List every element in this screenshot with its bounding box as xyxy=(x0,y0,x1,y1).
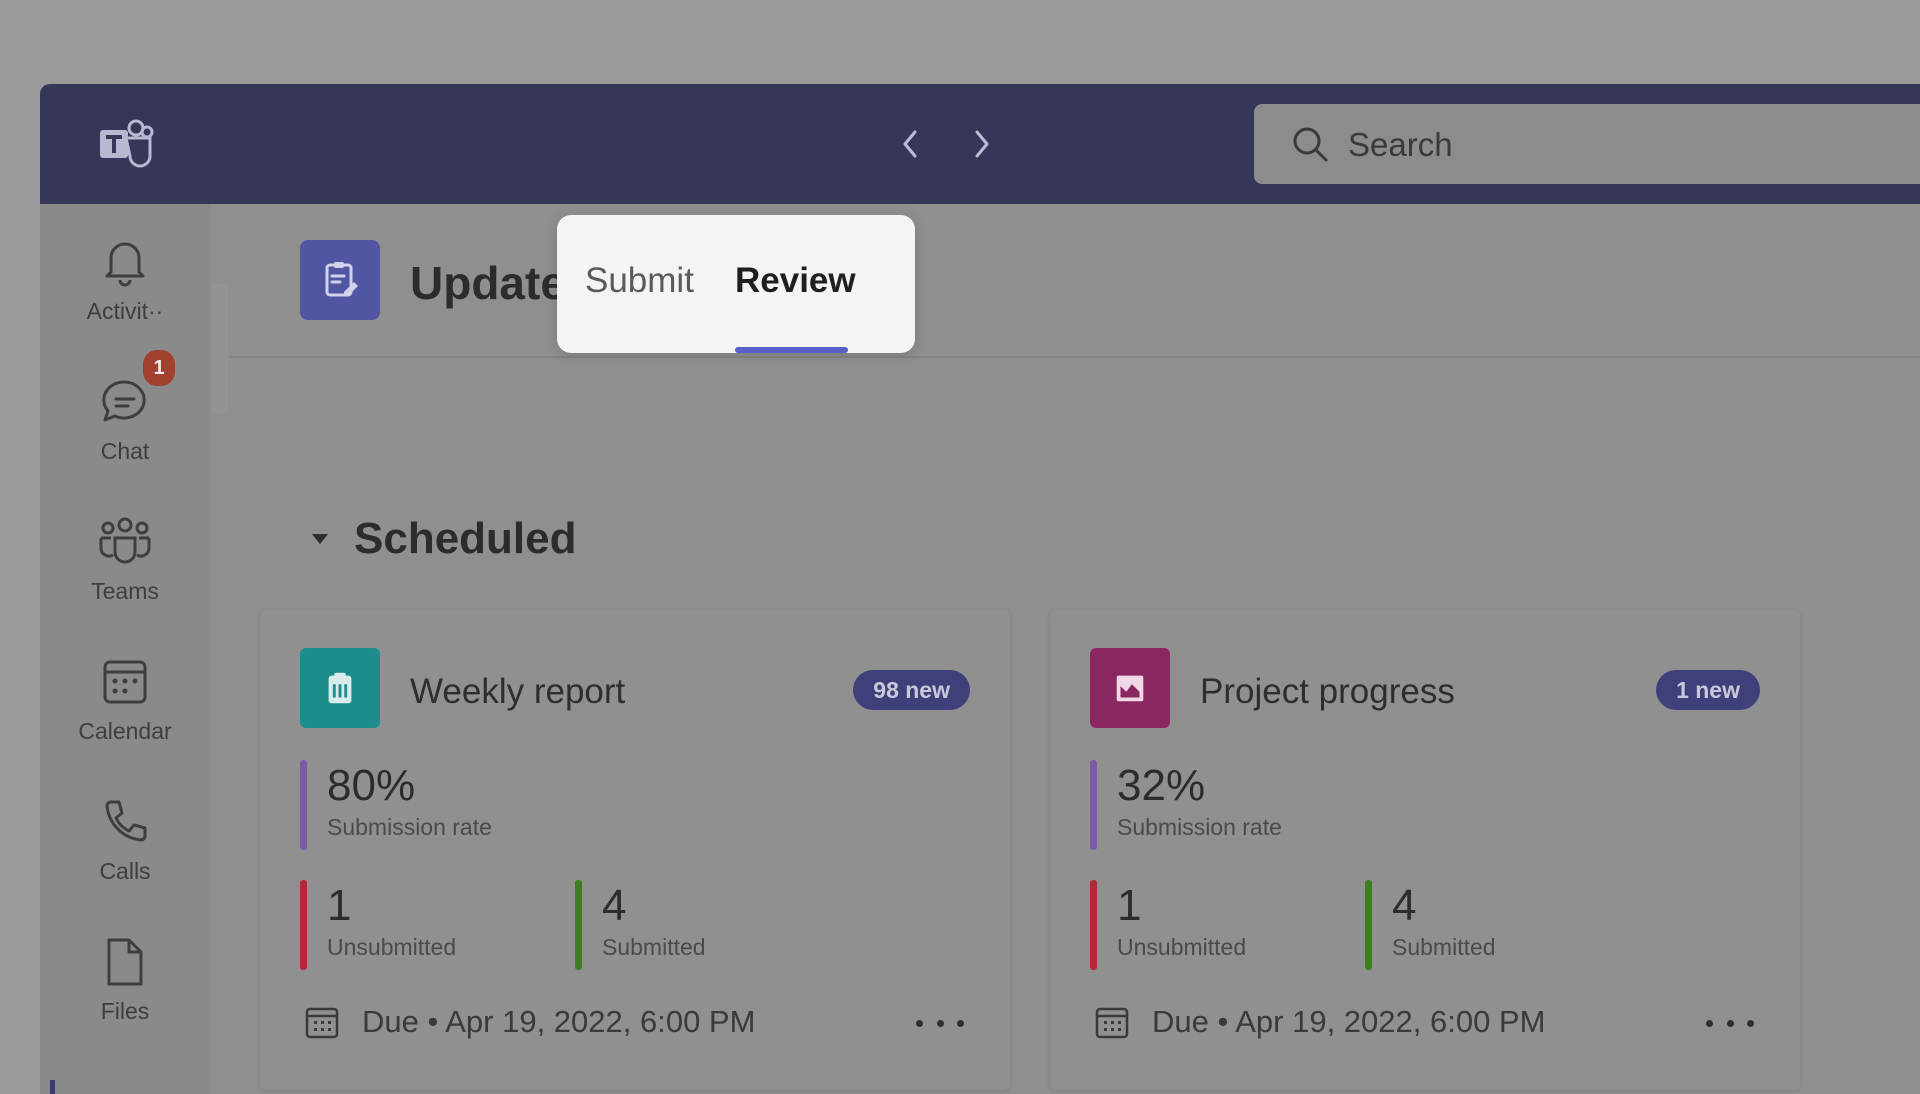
due-date: Due • Apr 19, 2022, 6:00 PM xyxy=(1094,1004,1545,1040)
rate-bar xyxy=(300,760,307,850)
calendar-icon xyxy=(1095,1007,1129,1039)
search-input[interactable] xyxy=(1346,120,1910,170)
updates-clipboard-icon xyxy=(300,240,380,320)
chat-unread-badge: 1 xyxy=(143,350,175,386)
section-scheduled[interactable]: Scheduled xyxy=(308,514,577,564)
submitted-label: Submitted xyxy=(602,934,706,960)
rail-item-calendar[interactable]: Calendar xyxy=(40,654,210,764)
teams-icon xyxy=(97,514,153,570)
submission-rate-metric: 32% Submission rate xyxy=(1090,760,1282,850)
chat-icon: 1 xyxy=(97,350,175,430)
submitted-metric: 4 Submitted xyxy=(575,880,706,970)
search-icon xyxy=(1293,127,1328,162)
bell-icon xyxy=(97,234,153,290)
app-bar: Activit·· 1 Chat Teams Calendar Calls Fi… xyxy=(40,204,210,1094)
due-text: Due • Apr 19, 2022, 6:00 PM xyxy=(362,1004,756,1039)
rail-item-calls[interactable]: Calls xyxy=(40,794,210,904)
rail-item-files[interactable]: Files xyxy=(40,934,210,1044)
calendar-icon xyxy=(97,654,153,710)
rail-item-label: Calendar xyxy=(78,718,172,744)
rate-bar xyxy=(1090,760,1097,850)
rail-item-label: Calls xyxy=(99,858,151,884)
header-divider xyxy=(230,356,1920,358)
back-button[interactable] xyxy=(890,122,930,166)
submitted-label: Submitted xyxy=(1392,934,1496,960)
unsubmitted-label: Unsubmitted xyxy=(1117,934,1247,960)
dot xyxy=(916,1019,923,1027)
rail-item-teams[interactable]: Teams xyxy=(40,514,210,624)
more-options-button[interactable] xyxy=(916,1008,964,1038)
phone-icon xyxy=(97,794,153,850)
app-header: Updates xyxy=(230,204,1920,356)
teams-logo-icon xyxy=(96,116,154,172)
update-card[interactable]: Project progress 1 new 32% Submission ra… xyxy=(1050,610,1800,1090)
dot xyxy=(936,1019,944,1027)
rail-item-label: Teams xyxy=(91,578,159,604)
unsubmitted-metric: 1 Unsubmitted xyxy=(300,880,456,970)
rail-item-label: Files xyxy=(100,998,150,1024)
unsubmitted-bar xyxy=(300,880,307,970)
active-tab-indicator xyxy=(735,347,848,353)
title-bar xyxy=(40,84,1920,204)
chevron-right-icon xyxy=(975,130,989,158)
new-count-badge: 1 new xyxy=(1656,670,1760,710)
update-card[interactable]: Weekly report 98 new 80% Submission rate… xyxy=(260,610,1010,1090)
unsubmitted-value: 1 xyxy=(327,881,352,930)
rail-item-label: Activit·· xyxy=(86,298,164,324)
tab-review[interactable]: Review xyxy=(735,261,856,301)
calendar-icon xyxy=(305,1007,339,1039)
card-title: Weekly report xyxy=(410,672,626,711)
unsubmitted-value: 1 xyxy=(1117,881,1142,930)
dot xyxy=(1706,1019,1713,1027)
section-label: Scheduled xyxy=(354,514,577,563)
rail-item-chat[interactable]: 1 Chat xyxy=(40,350,210,484)
dot xyxy=(957,1019,964,1027)
teams-window: Activit·· 1 Chat xyxy=(40,84,1920,1094)
submission-rate-metric: 80% Submission rate xyxy=(300,760,492,850)
dot xyxy=(1726,1019,1734,1027)
dot xyxy=(1747,1019,1754,1027)
unsubmitted-metric: 1 Unsubmitted xyxy=(1090,880,1246,970)
chart-icon xyxy=(1090,648,1170,728)
submitted-bar xyxy=(1365,880,1372,970)
rail-selection-indicator xyxy=(50,1080,55,1094)
tabs-spotlight: Submit Review xyxy=(557,215,915,353)
submitted-value: 4 xyxy=(1392,881,1417,930)
rail-item-label: Chat xyxy=(100,438,150,464)
tab-submit[interactable]: Submit xyxy=(585,261,694,301)
rate-value: 32% xyxy=(1117,761,1206,810)
teams-screen: Activit·· 1 Chat xyxy=(0,0,1920,1094)
forward-button[interactable] xyxy=(962,122,1002,166)
more-options-button[interactable] xyxy=(1706,1008,1754,1038)
rate-value: 80% xyxy=(327,761,416,810)
chevron-left-icon xyxy=(903,130,917,158)
due-text: Due • Apr 19, 2022, 6:00 PM xyxy=(1152,1004,1546,1039)
submitted-bar xyxy=(575,880,582,970)
submitted-metric: 4 Submitted xyxy=(1365,880,1496,970)
new-count-badge: 98 new xyxy=(853,670,970,710)
rail-scrollbar[interactable] xyxy=(212,284,228,414)
file-icon xyxy=(97,934,153,990)
search-box[interactable] xyxy=(1254,104,1920,184)
unsubmitted-label: Unsubmitted xyxy=(327,934,457,960)
rail-item-activity[interactable]: Activit·· xyxy=(40,234,210,344)
card-title: Project progress xyxy=(1200,672,1455,711)
due-date: Due • Apr 19, 2022, 6:00 PM xyxy=(304,1004,755,1040)
submitted-value: 4 xyxy=(602,881,627,930)
rate-label: Submission rate xyxy=(327,814,492,840)
caret-down-icon xyxy=(312,534,328,544)
clipboard-icon xyxy=(300,648,380,728)
unsubmitted-bar xyxy=(1090,880,1097,970)
rate-label: Submission rate xyxy=(1117,814,1282,840)
